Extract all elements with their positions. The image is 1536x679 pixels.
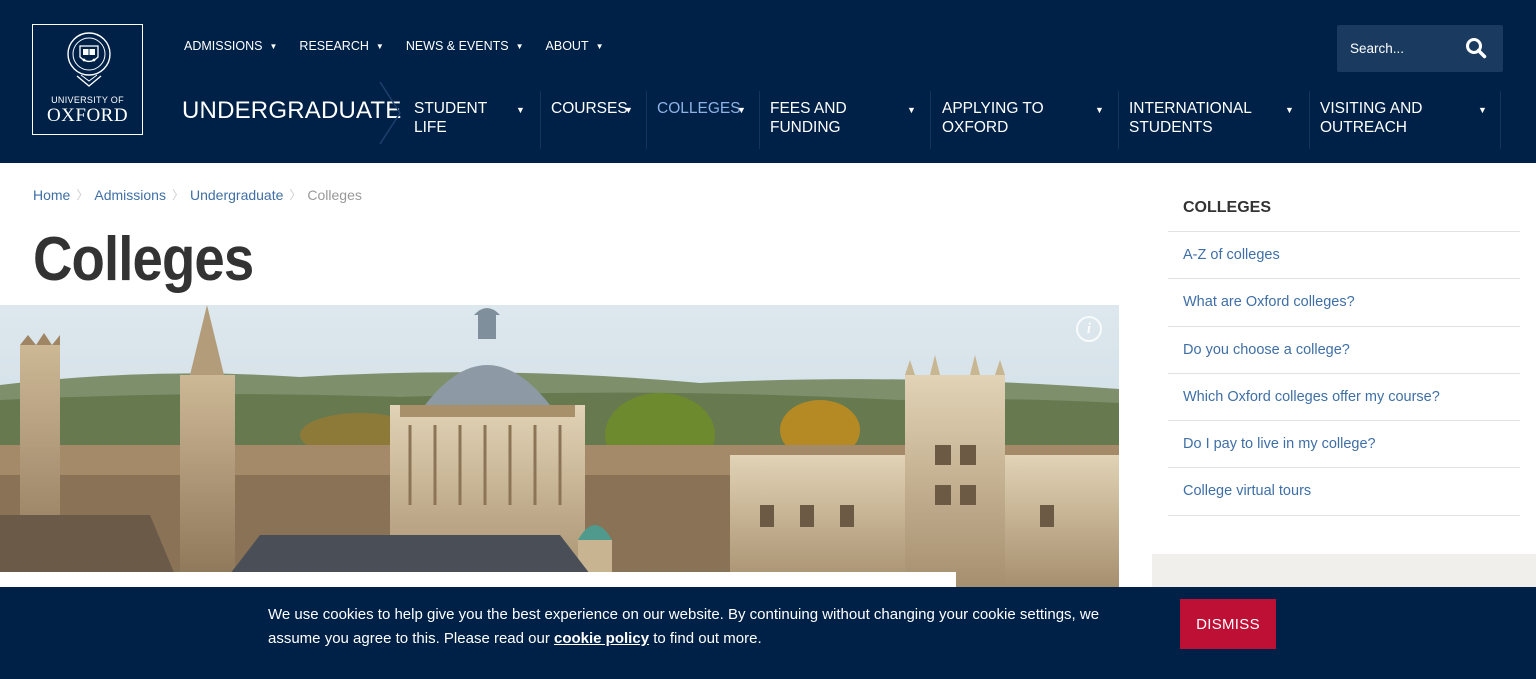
caret-down-icon: ▼ [516,105,525,115]
nav-label-line1: STUDENT [414,100,488,117]
caret-down-icon: ▼ [1478,105,1487,115]
page-title: Colleges [33,225,254,294]
nav-applying-to-oxford[interactable]: APPLYING TO OXFORD ▼ [942,91,1108,149]
caret-down-icon: ▼ [515,41,524,51]
sidebar-link-choose-college[interactable]: Do you choose a college? [1168,327,1520,374]
cookie-policy-link[interactable]: cookie policy [554,630,649,647]
caret-down-icon: ▼ [1285,105,1294,115]
cookie-message-text-end: to find out more. [649,630,762,647]
sidebar: COLLEGES A-Z of colleges What are Oxford… [1168,188,1520,516]
crest-icon [67,32,111,87]
nav-label-line1: INTERNATIONAL [1129,100,1252,117]
nav-colleges[interactable]: COLLEGES ▼ [657,91,757,149]
nav-label-line2: FUNDING [770,119,841,136]
nav-label-line1: FEES AND [770,100,847,117]
nav-international-students[interactable]: INTERNATIONAL STUDENTS ▼ [1129,91,1299,149]
cookie-message: We use cookies to help give you the best… [268,603,1148,651]
top-nav-admissions[interactable]: ADMISSIONS ▼ [184,39,277,53]
sidebar-link-colleges-offer-course[interactable]: Which Oxford colleges offer my course? [1168,374,1520,422]
breadcrumb-undergraduate[interactable]: Undergraduate [190,187,283,203]
top-nav-label: ABOUT [545,39,589,53]
caret-down-icon: ▼ [624,105,633,115]
caret-down-icon: ▼ [1095,105,1104,115]
university-logo[interactable]: UNIVERSITY OF OXFORD [32,24,143,135]
sidebar-link-what-are-colleges[interactable]: What are Oxford colleges? [1168,279,1520,327]
top-nav: ADMISSIONS ▼ RESEARCH ▼ NEWS & EVENTS ▼ ABO… [184,39,626,53]
nav-visiting-and-outreach[interactable]: VISITING AND OUTREACH ▼ [1320,91,1490,149]
nav-label-line1: APPLYING TO [942,100,1044,117]
search-icon[interactable] [1465,37,1487,59]
caret-down-icon: ▼ [907,105,916,115]
caret-down-icon: ▼ [269,41,278,51]
site-header: UNIVERSITY OF OXFORD ADMISSIONS ▼ RESEARC… [0,0,1536,163]
breadcrumb-home[interactable]: Home [33,187,70,203]
caret-down-icon: ▼ [595,41,604,51]
nav-label-line2: LIFE [414,119,447,136]
top-nav-label: RESEARCH [299,39,369,53]
top-nav-news-events[interactable]: NEWS & EVENTS ▼ [406,39,524,53]
nav-courses[interactable]: COURSES ▼ [551,91,641,149]
search-box [1337,25,1503,72]
sidebar-heading: COLLEGES [1168,188,1520,232]
sidebar-link-virtual-tours[interactable]: College virtual tours [1168,468,1520,516]
top-nav-about[interactable]: ABOUT ▼ [546,39,604,53]
cookie-banner: We use cookies to help give you the best… [0,587,1536,679]
sidebar-link-a-z-colleges[interactable]: A-Z of colleges [1168,232,1520,280]
breadcrumb-admissions[interactable]: Admissions [94,187,166,203]
search-input[interactable] [1337,25,1457,72]
chevron-right-icon [379,82,401,144]
nav-label-line1: VISITING AND [1320,100,1423,117]
breadcrumb-current: Colleges [307,186,362,203]
top-nav-label: ADMISSIONS [184,39,263,53]
top-nav-research[interactable]: RESEARCH ▼ [299,39,383,53]
nav-label-line2: STUDENTS [1129,119,1213,136]
caret-down-icon: ▼ [737,105,746,115]
breadcrumb-separator-icon: 〉 [76,188,89,202]
info-icon[interactable]: i [1076,316,1102,342]
section-title[interactable]: UNDERGRADUATE [182,97,402,125]
caret-down-icon: ▼ [375,41,384,51]
dismiss-button[interactable]: DISMISS [1180,599,1276,649]
logo-university-of: UNIVERSITY OF [51,95,124,105]
nav-label-line2: OXFORD [942,119,1009,136]
nav-label-line2: OUTREACH [1320,119,1407,136]
nav-fees-and-funding[interactable]: FEES AND FUNDING ▼ [770,91,920,149]
breadcrumb-separator-icon: 〉 [289,188,302,202]
logo-oxford: OXFORD [46,105,129,126]
top-nav-label: NEWS & EVENTS [405,39,509,53]
breadcrumb: Home 〉 Admissions 〉 Undergraduate 〉 Coll… [33,186,362,203]
sidebar-link-pay-to-live[interactable]: Do I pay to live in my college? [1168,421,1520,469]
breadcrumb-separator-icon: 〉 [171,188,184,202]
hero-image [0,305,1119,587]
nav-student-life[interactable]: STUDENT LIFE ▼ [414,91,528,149]
